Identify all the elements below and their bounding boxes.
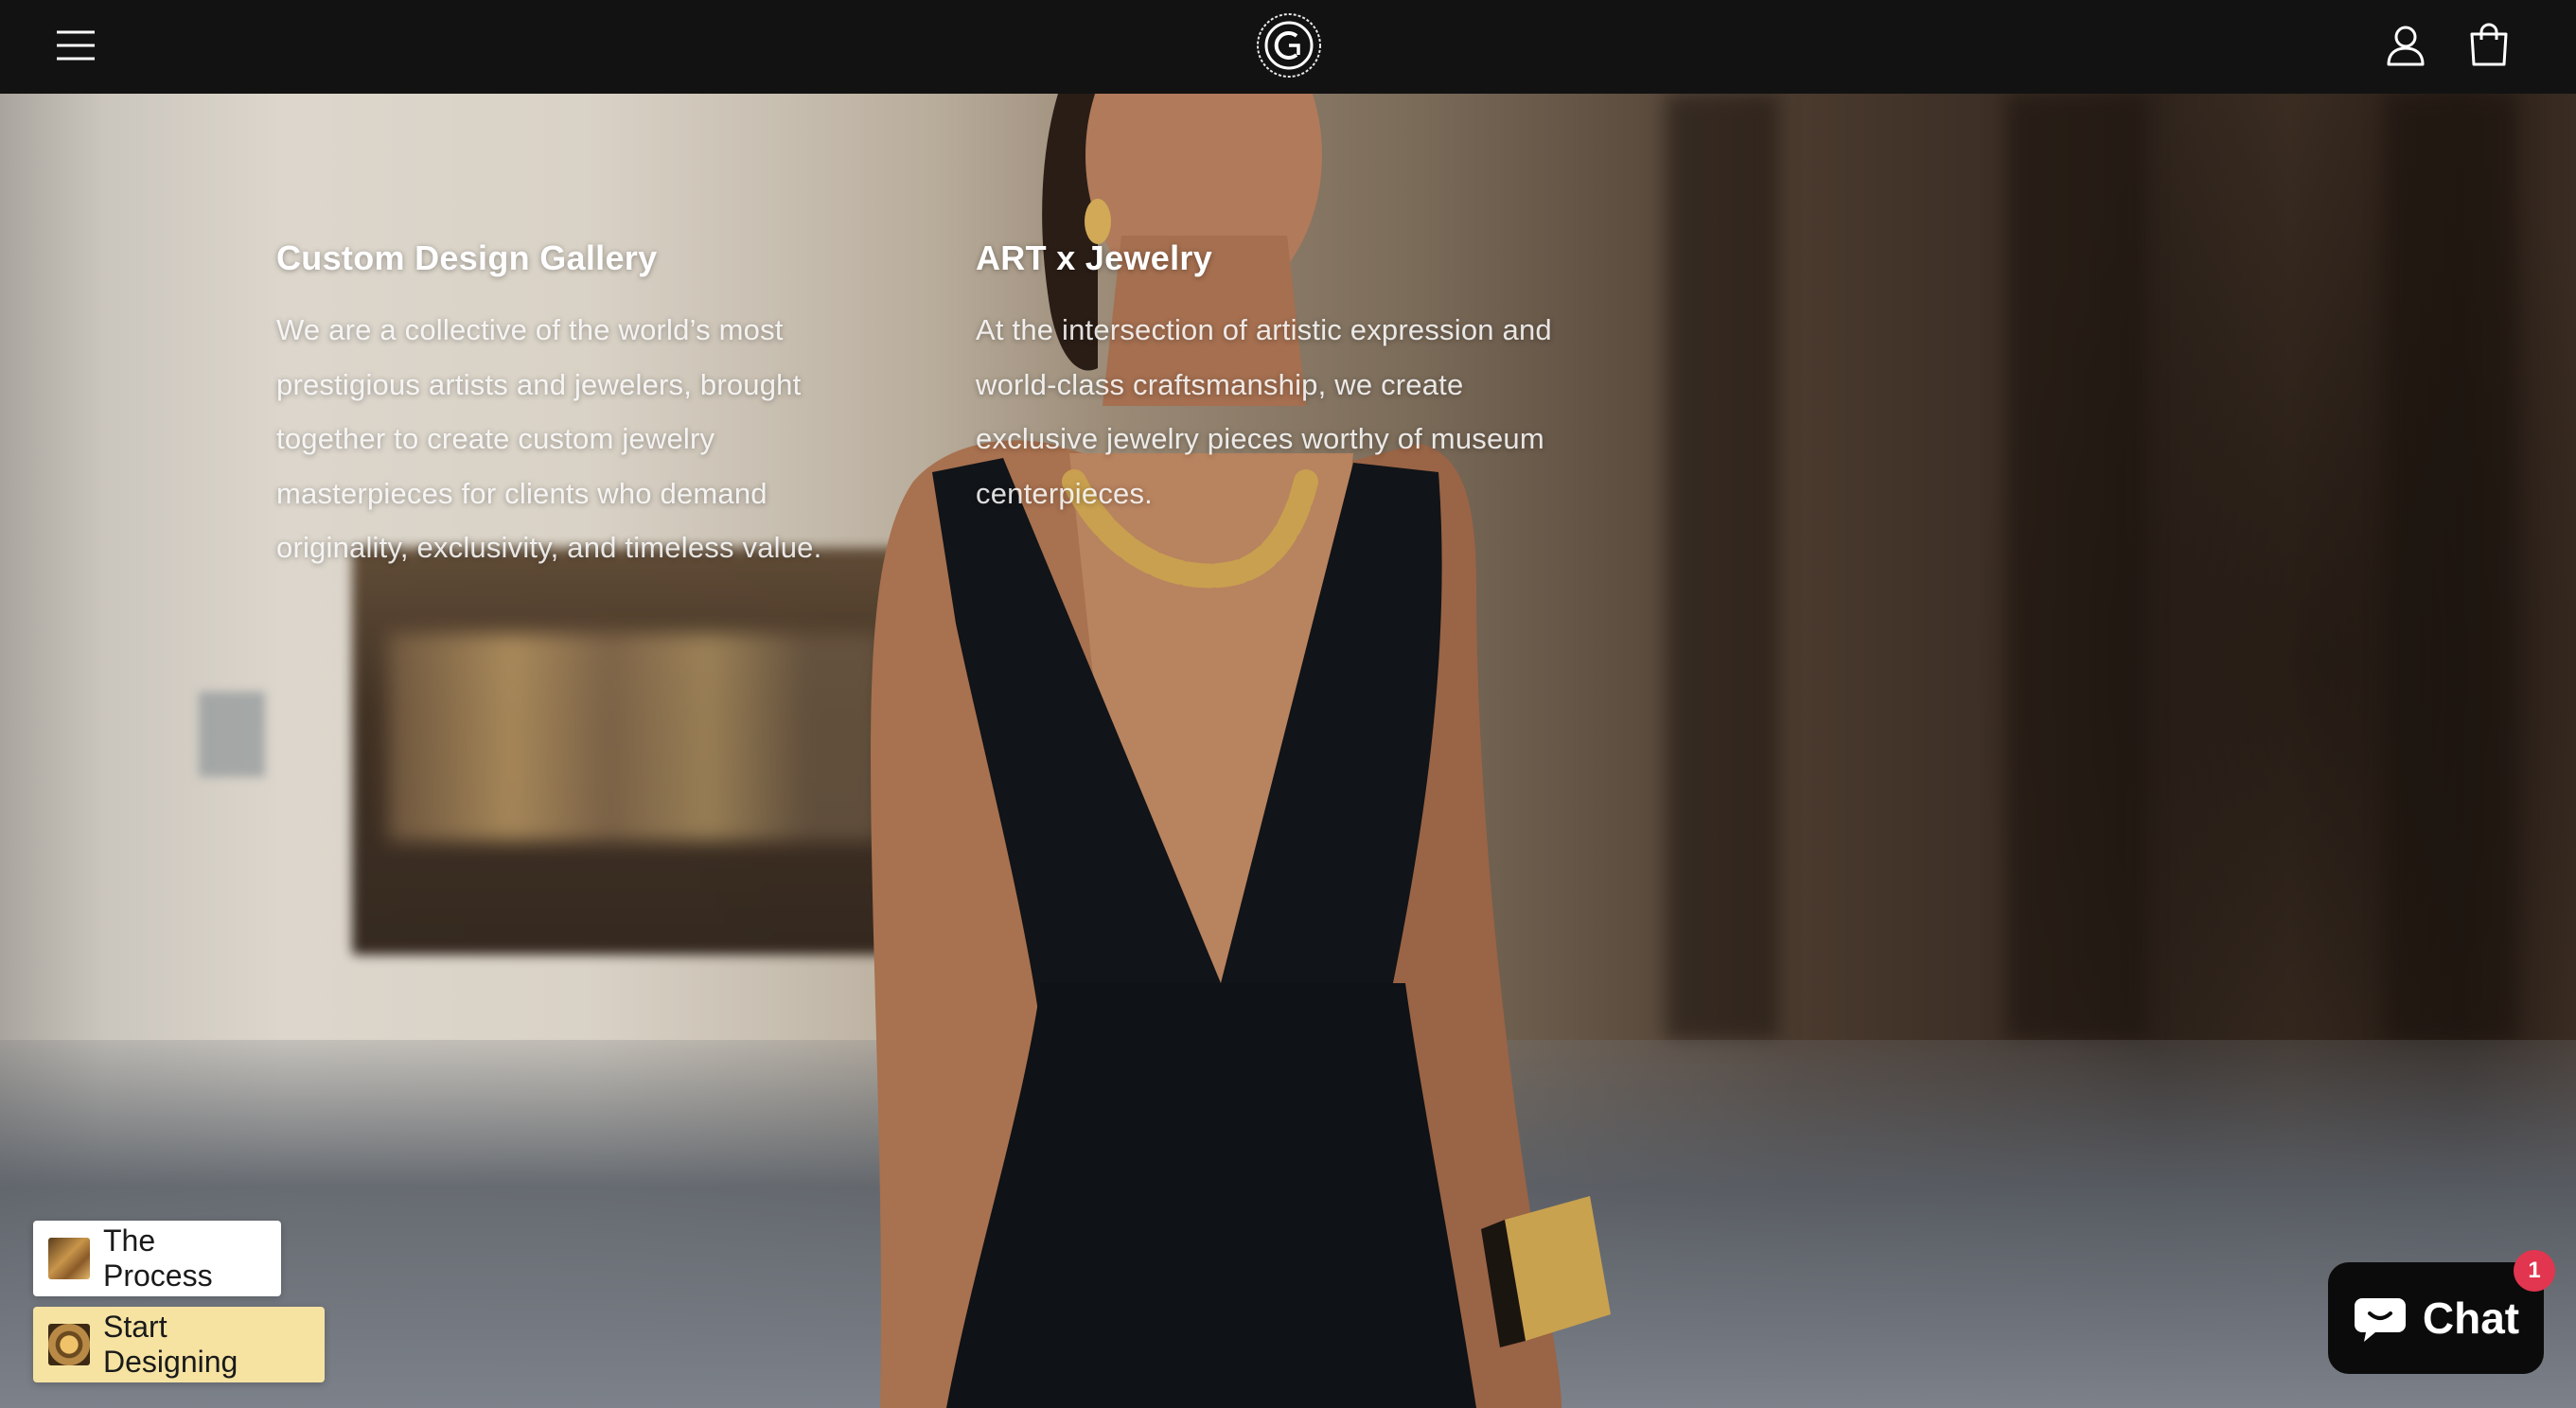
start-designing-button[interactable]: Start Designing bbox=[33, 1307, 325, 1382]
hamburger-menu-icon[interactable] bbox=[53, 23, 98, 68]
paragraph-line: centerpieces. bbox=[976, 476, 1153, 510]
chat-notification-badge: 1 bbox=[2514, 1250, 2555, 1292]
section-paragraph: We are a collective of the world’s most … bbox=[276, 303, 882, 575]
intro-column-art-jewelry: ART x Jewelry At the intersection of art… bbox=[976, 238, 1600, 520]
paragraph-line: prestigious artists and jewelers, brough… bbox=[276, 367, 802, 401]
section-paragraph: At the intersection of artistic expressi… bbox=[976, 303, 1600, 520]
shopping-bag-icon[interactable] bbox=[2464, 21, 2514, 70]
custom-design-gallery-logo[interactable] bbox=[1255, 11, 1323, 79]
paragraph-line: masterpieces for clients who demand bbox=[276, 476, 768, 510]
chat-bubble-icon bbox=[2354, 1298, 2406, 1342]
paragraph-line: together to create custom jewelry bbox=[276, 422, 715, 455]
chat-button[interactable]: Chat bbox=[2328, 1262, 2544, 1374]
intro-column-gallery: Custom Design Gallery We are a collectiv… bbox=[276, 238, 882, 575]
section-heading: Custom Design Gallery bbox=[276, 238, 658, 277]
process-thumbnail-icon bbox=[48, 1238, 90, 1279]
paragraph-line: We are a collective of the world’s most bbox=[276, 313, 784, 346]
the-process-label: The Process bbox=[103, 1223, 213, 1293]
chat-label: Chat bbox=[2422, 1294, 2520, 1343]
the-process-button[interactable]: The Process bbox=[33, 1221, 281, 1296]
start-designing-label: Start Designing bbox=[103, 1310, 238, 1379]
user-account-icon[interactable] bbox=[2381, 21, 2430, 70]
paragraph-line: At the intersection of artistic expressi… bbox=[976, 313, 1552, 346]
design-thumbnail-icon bbox=[48, 1324, 90, 1365]
section-heading: ART x Jewelry bbox=[976, 238, 1213, 277]
paragraph-line: exclusive jewelry pieces worthy of museu… bbox=[976, 422, 1544, 455]
site-header bbox=[0, 0, 2576, 94]
paragraph-line: world-class craftsmanship, we create bbox=[976, 367, 1464, 401]
paragraph-line: originality, exclusivity, and timeless v… bbox=[276, 531, 822, 564]
